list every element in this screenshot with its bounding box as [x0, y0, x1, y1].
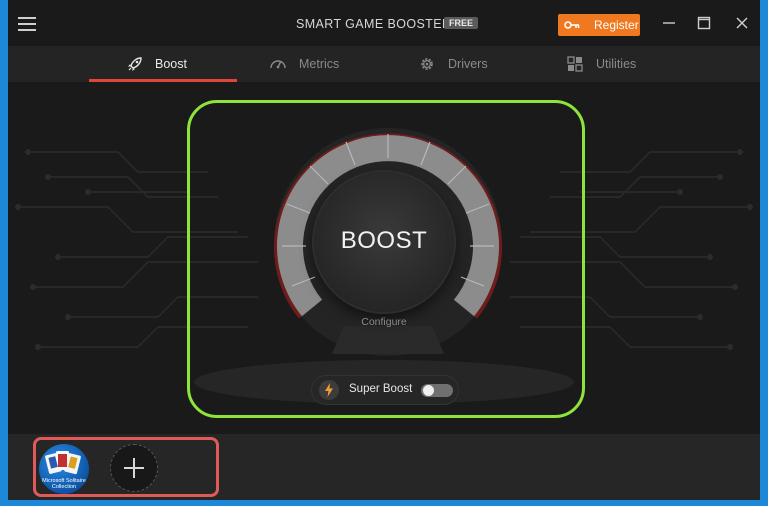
register-label: Register [594, 18, 639, 32]
super-boost-label: Super Boost [349, 383, 413, 395]
register-button[interactable]: Register [558, 14, 640, 36]
plus-icon [124, 458, 144, 478]
minimize-icon[interactable] [662, 16, 676, 30]
speedometer-icon [270, 60, 286, 69]
lightning-bolt-icon [319, 380, 339, 400]
title-bar: SMART GAME BOOSTER 4.2 FREE Register [8, 0, 760, 46]
game-caption: Microsoft Solitaire Collection [42, 478, 86, 490]
boost-button[interactable]: BOOST [314, 172, 454, 312]
tab-boost-label: Boost [155, 57, 187, 71]
tab-drivers-label: Drivers [448, 57, 488, 71]
game-solitaire[interactable]: Microsoft Solitaire Collection [39, 444, 89, 494]
tab-boost[interactable]: Boost [126, 46, 216, 82]
super-boost-toggle[interactable] [421, 384, 453, 397]
boost-label: BOOST [340, 227, 428, 254]
boost-panel: BOOST Configure Super Boost [8, 82, 760, 434]
app-window: SMART GAME BOOSTER 4.2 FREE Register Boo… [8, 0, 760, 500]
tab-utilities[interactable]: Utilities [566, 46, 656, 82]
tab-metrics[interactable]: Metrics [269, 46, 359, 82]
gear-icon [421, 58, 433, 70]
close-icon[interactable] [735, 16, 749, 30]
free-badge: FREE [444, 17, 479, 29]
game-bar: Microsoft Solitaire Collection [8, 434, 760, 500]
super-boost-control: Super Boost [311, 375, 459, 405]
tab-metrics-label: Metrics [299, 57, 340, 71]
grid-icon [567, 56, 583, 72]
tab-bar: Boost Metrics Drivers Utilities [8, 46, 760, 82]
key-icon [564, 21, 580, 29]
configure-link[interactable]: Configure [338, 316, 430, 328]
add-game-button[interactable] [110, 444, 158, 492]
rocket-icon [128, 57, 142, 71]
tab-utilities-label: Utilities [596, 57, 637, 71]
toggle-knob [423, 385, 434, 396]
tab-drivers[interactable]: Drivers [418, 46, 508, 82]
maximize-icon[interactable] [697, 16, 711, 30]
menu-icon[interactable] [18, 17, 36, 31]
